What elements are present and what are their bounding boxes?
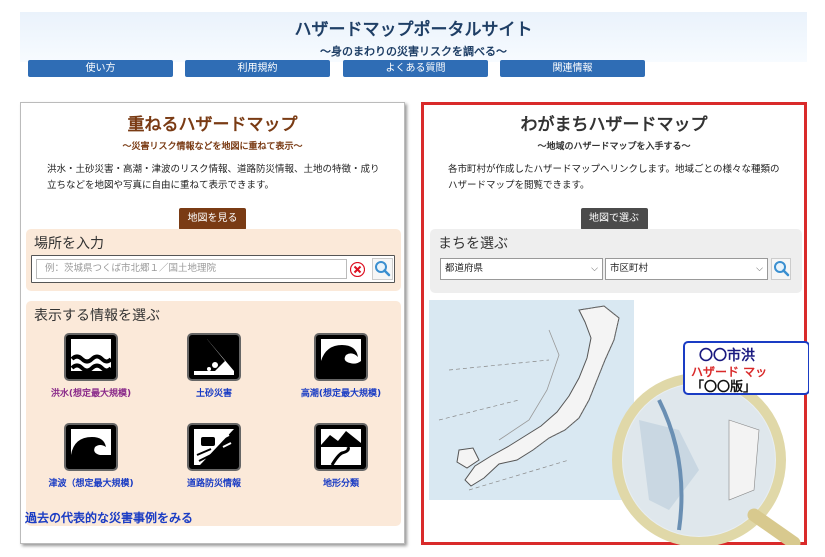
info-label: 表示する情報を選ぶ xyxy=(34,308,160,324)
hazard-terrain-item[interactable]: 地形分類 xyxy=(286,421,396,489)
town-label: まちを選ぶ xyxy=(438,236,508,252)
left-panel-description: 洪水・土砂災害・高潮・津波のリスク情報、道路防災情報、土地の特徴・成り立ちなどを… xyxy=(47,164,380,191)
local-hazard-map-panel: わがまちハザードマップ 〜地域のハザードマップを入手する〜 各市町村が作成したハ… xyxy=(421,102,810,550)
left-panel-title: 重ねるハザードマップ xyxy=(127,115,298,135)
left-panel-subtitle: 〜災害リスク情報などを地図に重ねて表示〜 xyxy=(122,142,303,152)
overlay-hazard-map-panel: 重ねるハザードマップ 〜災害リスク情報などを地図に重ねて表示〜 洪水・土砂災害・… xyxy=(20,102,405,544)
prefecture-select[interactable]: 都道府県 ⌵ xyxy=(440,258,603,280)
select-on-map-button[interactable]: 地図で選ぶ xyxy=(580,208,648,230)
nav-bar: 使い方 利用規約 よくある質問 関連情報 xyxy=(0,60,825,78)
town-search-button[interactable] xyxy=(771,258,791,280)
right-panel-title: わがまちハザードマップ xyxy=(520,115,708,135)
hazard-storm-surge-label: 高潮(想定最大規模) xyxy=(300,389,382,399)
flood-icon xyxy=(64,333,118,381)
terrain-icon xyxy=(314,423,368,471)
city-select[interactable]: 市区町村 ⌵ xyxy=(605,258,768,280)
site-subtitle: 〜身のまわりの災害リスクを調べる〜 xyxy=(320,45,507,58)
japan-map-icon: 〇〇市洪 ハザード マッ 「〇〇版」 xyxy=(429,300,810,550)
search-icon xyxy=(375,261,391,277)
location-label: 場所を入力 xyxy=(34,236,104,252)
nav-terms-button[interactable]: 利用規約 xyxy=(185,60,330,77)
chevron-down-icon: ⌵ xyxy=(756,264,763,274)
site-header: ハザードマップポータルサイト 〜身のまわりの災害リスクを調べる〜 xyxy=(20,12,807,62)
clear-icon[interactable] xyxy=(350,262,365,277)
hazard-terrain-label: 地形分類 xyxy=(322,479,359,489)
search-field: 例：茨城県つくば市北郷１／国土地理院 xyxy=(31,255,395,283)
storm-surge-icon xyxy=(314,333,368,381)
town-select-box: まちを選ぶ 都道府県 ⌵ 市区町村 ⌵ xyxy=(430,229,802,293)
hazard-road-label: 道路防災情報 xyxy=(186,479,241,489)
prefecture-select-value: 都道府県 xyxy=(445,263,484,274)
site-title: ハザードマップポータルサイト xyxy=(294,20,533,40)
nav-related-button[interactable]: 関連情報 xyxy=(500,60,645,77)
map-sign-line3: 「〇〇版」 xyxy=(691,379,756,395)
hazard-flood-label: 洪水(想定最大規模) xyxy=(50,389,132,399)
right-panel-subtitle: 〜地域のハザードマップを入手する〜 xyxy=(537,142,691,152)
hazard-landslide-item[interactable]: 土砂災害 xyxy=(159,331,269,399)
city-select-value: 市区町村 xyxy=(610,263,649,274)
search-icon xyxy=(774,261,790,277)
hazard-landslide-label: 土砂災害 xyxy=(195,389,232,399)
map-sign-line2: ハザード マッ xyxy=(691,365,767,379)
map-sign-line1: 〇〇市洪 xyxy=(699,347,755,364)
hazard-storm-surge-item[interactable]: 高潮(想定最大規模) xyxy=(286,331,396,399)
right-panel-description: 各市町村が作成したハザードマップへリンクします。地域ごとの様々な種類のハザードマ… xyxy=(448,164,780,191)
location-search-box: 場所を入力 例：茨城県つくば市北郷１／国土地理院 xyxy=(26,229,401,291)
location-search-button[interactable] xyxy=(372,258,393,280)
landslide-icon xyxy=(187,333,241,381)
hazard-tsunami-item[interactable]: 津波（想定最大規模) xyxy=(36,421,146,489)
view-map-button[interactable]: 地図を見る xyxy=(179,208,246,230)
japan-map-image[interactable]: 〇〇市洪 ハザード マッ 「〇〇版」 xyxy=(429,300,810,550)
road-disaster-icon xyxy=(187,423,241,471)
past-disaster-link[interactable]: 過去の代表的な災害事例をみる xyxy=(25,509,193,526)
info-select-box: 表示する情報を選ぶ 洪水(想定最大規模) 土砂災害 高潮(想定最大規模) 津波（… xyxy=(26,301,401,526)
chevron-down-icon: ⌵ xyxy=(591,264,598,274)
hazard-tsunami-label: 津波（想定最大規模) xyxy=(48,479,134,489)
location-search-input[interactable]: 例：茨城県つくば市北郷１／国土地理院 xyxy=(36,259,347,279)
tsunami-icon xyxy=(64,423,118,471)
nav-faq-button[interactable]: よくある質問 xyxy=(343,60,488,77)
hazard-flood-item[interactable]: 洪水(想定最大規模) xyxy=(36,331,146,399)
nav-usage-button[interactable]: 使い方 xyxy=(28,60,173,77)
hazard-road-item[interactable]: 道路防災情報 xyxy=(159,421,269,489)
